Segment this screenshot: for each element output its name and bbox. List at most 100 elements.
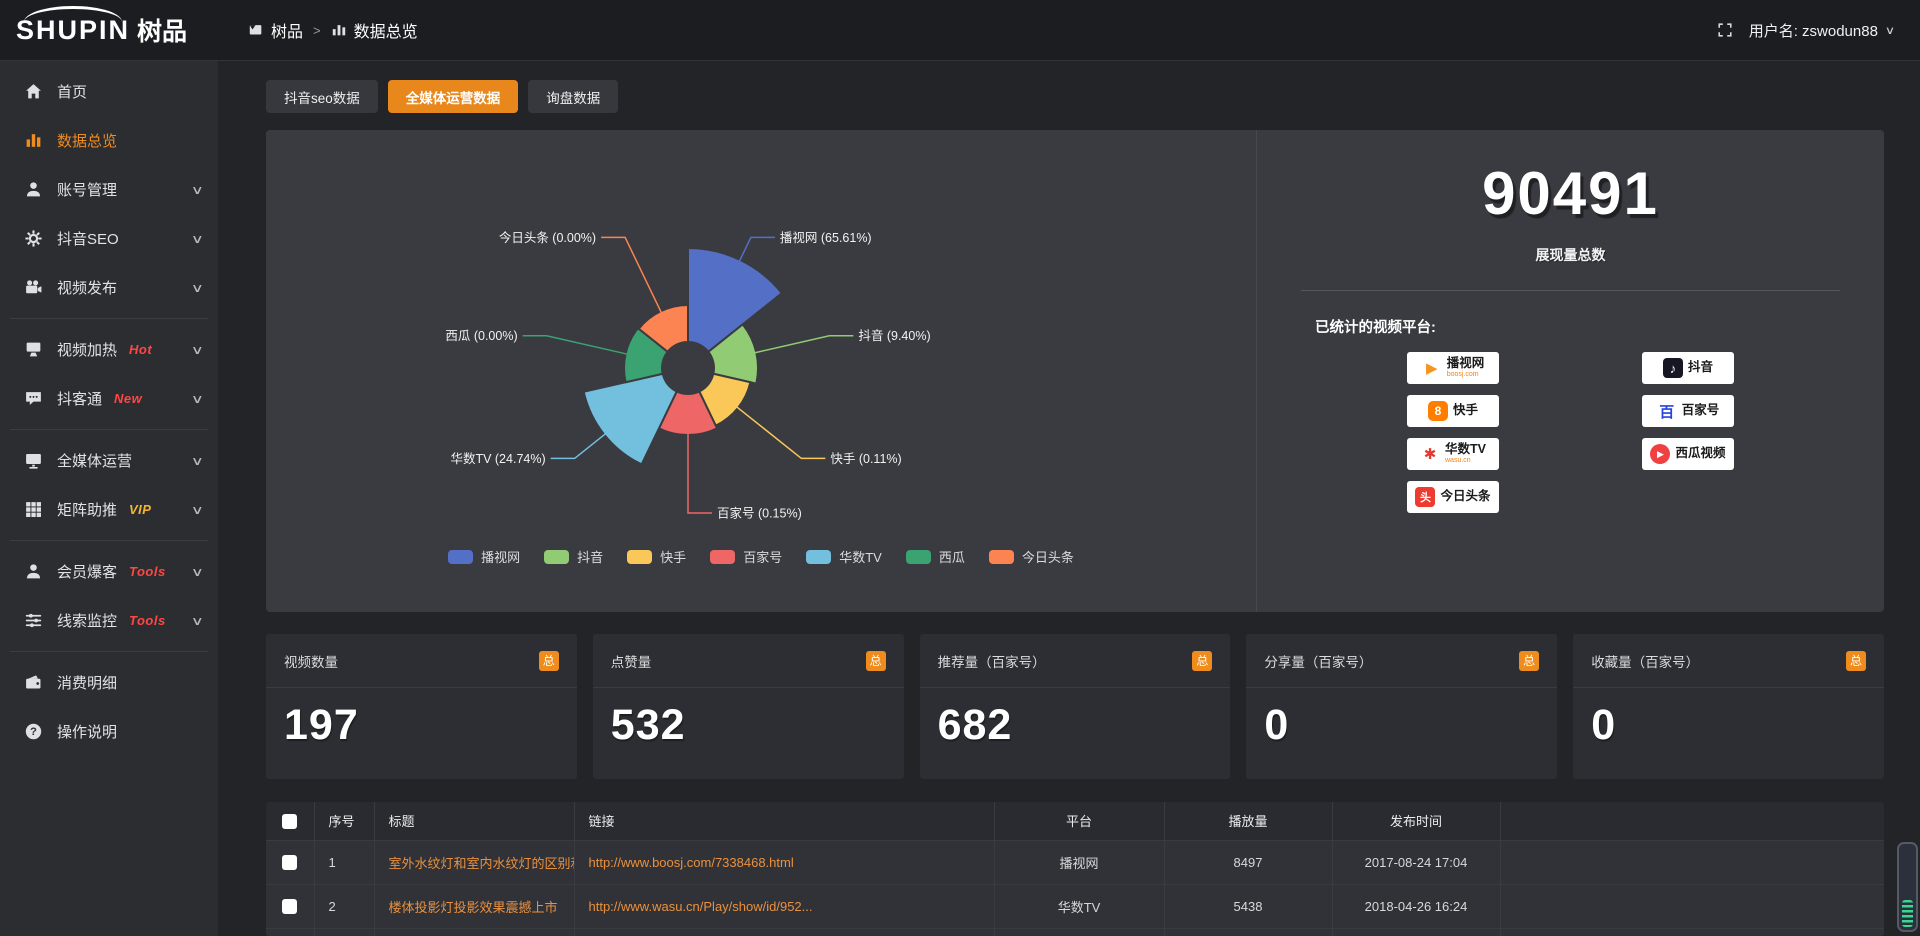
- sidebar: 首页 数据总览 账号管理 ∨ 抖音SEO ∨ 视频发布 ∨ 视频加热 Hot ∨…: [0, 61, 218, 936]
- sidebar-item-douyin-seo[interactable]: 抖音SEO ∨: [0, 214, 218, 263]
- sidebar-item-help[interactable]: ? 操作说明: [0, 707, 218, 756]
- legend-swatch: [448, 550, 473, 564]
- user-icon: [24, 180, 43, 199]
- pie-label: 西瓜 (0.00%): [445, 329, 517, 343]
- legend-item-抖音[interactable]: 抖音: [544, 547, 603, 566]
- legend-item-西瓜[interactable]: 西瓜: [906, 547, 965, 566]
- total-badge[interactable]: 总: [1519, 651, 1539, 671]
- sidebar-item-label: 视频加热: [57, 339, 117, 360]
- douyin-logo-icon: ♪: [1663, 358, 1683, 378]
- pie-slice-华数TV[interactable]: [584, 374, 677, 465]
- grid-icon: [24, 500, 43, 519]
- cell-empty: [1500, 840, 1884, 884]
- table-row-partial: [266, 928, 1884, 936]
- home-icon: [24, 82, 43, 101]
- breadcrumb-current[interactable]: 数据总览: [354, 18, 418, 42]
- pie-label: 抖音 (9.40%): [858, 328, 930, 343]
- pie-label-line: [736, 406, 826, 458]
- sidebar-item-member-bursting[interactable]: 会员爆客 Tools ∨: [0, 547, 218, 596]
- cell-title-link[interactable]: 室外水纹灯和室内水纹灯的区别和简介: [374, 840, 574, 884]
- stat-card-shares: 分享量（百家号）总 0: [1246, 634, 1557, 779]
- legend-item-今日头条[interactable]: 今日头条: [989, 547, 1074, 566]
- vip-badge: VIP: [129, 502, 151, 517]
- cell-url-link[interactable]: http://www.wasu.cn/Play/show/id/952...: [574, 884, 994, 928]
- logo-arc-decoration: [24, 6, 122, 22]
- total-badge[interactable]: 总: [1846, 651, 1866, 671]
- stat-label: 分享量（百家号）: [1264, 651, 1372, 671]
- pie-label: 华数TV (24.74%): [450, 451, 545, 466]
- cell-index: 1: [314, 840, 374, 884]
- cell-index: 2: [314, 884, 374, 928]
- cell-platform: 华数TV: [994, 884, 1164, 928]
- question-circle-icon: ?: [24, 722, 43, 741]
- legend-item-华数TV[interactable]: 华数TV: [806, 547, 882, 566]
- monitor-icon: [24, 451, 43, 470]
- xigua-logo-icon: ▶: [1650, 444, 1670, 464]
- sidebar-item-video-heating[interactable]: 视频加热 Hot ∨: [0, 325, 218, 374]
- cell-title-link[interactable]: 楼体投影灯投影效果震撼上市: [374, 884, 574, 928]
- platform-name: 华数TV: [1445, 443, 1486, 457]
- legend-item-百家号[interactable]: 百家号: [710, 547, 782, 566]
- row-checkbox[interactable]: [282, 899, 297, 914]
- sidebar-item-douketong[interactable]: 抖客通 New ∨: [0, 374, 218, 423]
- platforms-counted-label: 已统计的视频平台:: [1315, 316, 1884, 337]
- tab-media-operation-data[interactable]: 全媒体运营数据: [388, 80, 519, 113]
- legend-label: 快手: [660, 547, 686, 566]
- sidebar-item-data-overview[interactable]: 数据总览: [0, 116, 218, 165]
- sidebar-item-home[interactable]: 首页: [0, 67, 218, 116]
- sidebar-item-label: 操作说明: [57, 721, 117, 742]
- topbar: SHUPIN 树品 树品 > 数据总览 用户名: zswodun88 ∨: [0, 0, 1920, 61]
- data-tabs: 抖音seo数据 全媒体运营数据 询盘数据: [266, 80, 1884, 113]
- breadcrumb: 树品 > 数据总览: [248, 18, 418, 42]
- sidebar-item-expense-details[interactable]: 消费明细: [0, 658, 218, 707]
- sidebar-divider: [10, 429, 208, 430]
- total-badge[interactable]: 总: [1192, 651, 1212, 671]
- col-header-platform: 平台: [994, 802, 1164, 840]
- sidebar-item-video-publish[interactable]: 视频发布 ∨: [0, 263, 218, 312]
- vertical-scrollbar[interactable]: [1897, 842, 1918, 932]
- row-checkbox[interactable]: [282, 855, 297, 870]
- sidebar-item-label: 账号管理: [57, 179, 117, 200]
- col-header-link: 链接: [574, 802, 994, 840]
- legend-item-快手[interactable]: 快手: [627, 547, 686, 566]
- select-all-checkbox[interactable]: [282, 814, 297, 829]
- platform-name: 播视网: [1447, 357, 1485, 371]
- platform-name: 百家号: [1682, 404, 1720, 418]
- sidebar-item-matrix-boost[interactable]: 矩阵助推 VIP ∨: [0, 485, 218, 534]
- tab-douyin-seo-data[interactable]: 抖音seo数据: [266, 80, 378, 113]
- stat-value: 682: [920, 688, 1231, 750]
- cell-plays: 8497: [1164, 840, 1332, 884]
- breadcrumb-root[interactable]: 树品: [271, 18, 303, 42]
- chevron-down-icon: ∨: [191, 343, 204, 357]
- sidebar-item-media-operation[interactable]: 全媒体运营 ∨: [0, 436, 218, 485]
- platform-subtitle: boosj.com: [1447, 371, 1485, 379]
- pie-label-line: [551, 433, 607, 459]
- tools-badge: Tools: [129, 564, 166, 579]
- legend-label: 西瓜: [939, 547, 965, 566]
- pie-label: 播视网 (65.61%): [780, 230, 872, 245]
- sidebar-item-lead-monitoring[interactable]: 线索监控 Tools ∨: [0, 596, 218, 645]
- baijiahao-logo-icon: 百: [1657, 401, 1677, 421]
- cell-url-link[interactable]: http://www.boosj.com/7338468.html: [574, 840, 994, 884]
- person-icon: [24, 562, 43, 581]
- chevron-down-icon[interactable]: ∨: [1885, 24, 1895, 37]
- brand-logo[interactable]: SHUPIN 树品: [0, 0, 218, 60]
- pie-chart-canvas: 播视网 (65.61%)抖音 (9.40%)快手 (0.11%)百家号 (0.1…: [266, 130, 1256, 566]
- toutiao-logo-icon: 头: [1415, 487, 1435, 507]
- pie-label-line: [688, 432, 712, 513]
- platform-subtitle: wasu.cn: [1445, 457, 1486, 465]
- tab-inquiry-data[interactable]: 询盘数据: [528, 80, 618, 113]
- fullscreen-icon[interactable]: [1717, 22, 1733, 38]
- main-content: 抖音seo数据 全媒体运营数据 询盘数据 播视网 (65.61%) 抖音 (9.4…: [218, 61, 1920, 936]
- platform-share-pie-chart: 播视网 (65.61%)抖音 (9.40%)快手 (0.11%)百家号 (0.1…: [266, 130, 1256, 612]
- legend-label: 华数TV: [839, 547, 882, 566]
- sidebar-item-account-management[interactable]: 账号管理 ∨: [0, 165, 218, 214]
- username[interactable]: 用户名: zswodun88: [1749, 20, 1878, 41]
- sidebar-divider: [10, 540, 208, 541]
- total-badge[interactable]: 总: [539, 651, 559, 671]
- kuaishou-logo-icon: 8: [1428, 401, 1448, 421]
- legend-item-播视网[interactable]: 播视网: [448, 547, 520, 566]
- total-badge[interactable]: 总: [866, 651, 886, 671]
- svg-text:?: ?: [30, 726, 37, 738]
- videos-table: 序号 标题 链接 平台 播放量 发布时间 1 室外水纹灯和室内水纹灯的区别和简介…: [266, 802, 1884, 936]
